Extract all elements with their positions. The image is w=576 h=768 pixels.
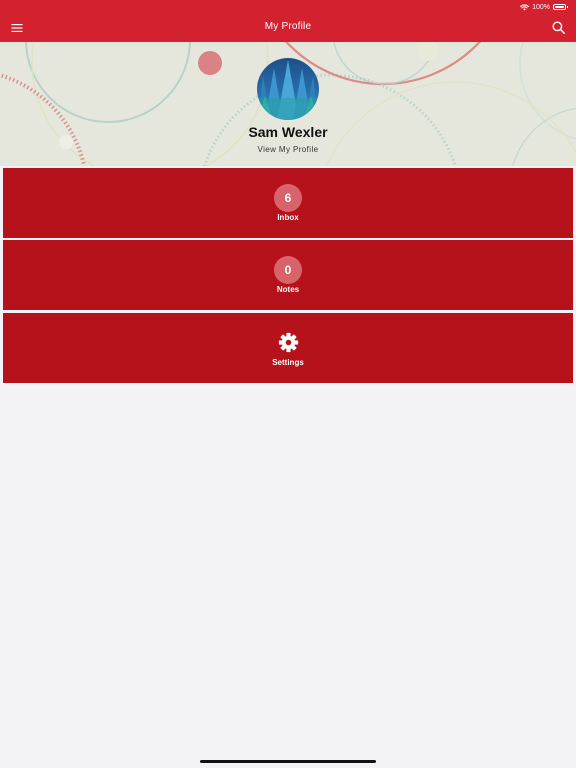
status-indicators: 100% xyxy=(520,2,568,12)
battery-fill xyxy=(555,6,564,8)
home-indicator[interactable] xyxy=(200,760,376,763)
battery-percentage: 100% xyxy=(532,3,550,11)
inbox-count-badge: 6 xyxy=(274,184,302,212)
avatar[interactable] xyxy=(257,58,319,120)
search-icon[interactable] xyxy=(552,21,565,34)
wifi-icon xyxy=(520,3,530,10)
settings-tile[interactable]: Settings xyxy=(3,313,573,383)
notes-tile[interactable]: 0 Notes xyxy=(3,240,573,310)
inbox-tile[interactable]: 6 Inbox xyxy=(3,168,573,238)
profile-header: Sam Wexler View My Profile xyxy=(0,42,576,166)
status-bar: 100% xyxy=(0,0,576,14)
notes-label: Notes xyxy=(276,285,300,294)
page-title: My Profile xyxy=(264,21,312,32)
navigation-bar: My Profile xyxy=(0,14,576,42)
settings-label: Settings xyxy=(272,358,304,367)
battery-icon xyxy=(553,4,568,10)
avatar-image xyxy=(257,58,319,120)
inbox-label: Inbox xyxy=(277,213,299,222)
gear-icon xyxy=(278,332,299,353)
profile-name: Sam Wexler xyxy=(248,124,328,140)
view-profile-link[interactable]: View My Profile xyxy=(0,145,576,154)
notes-count-badge: 0 xyxy=(274,256,302,284)
